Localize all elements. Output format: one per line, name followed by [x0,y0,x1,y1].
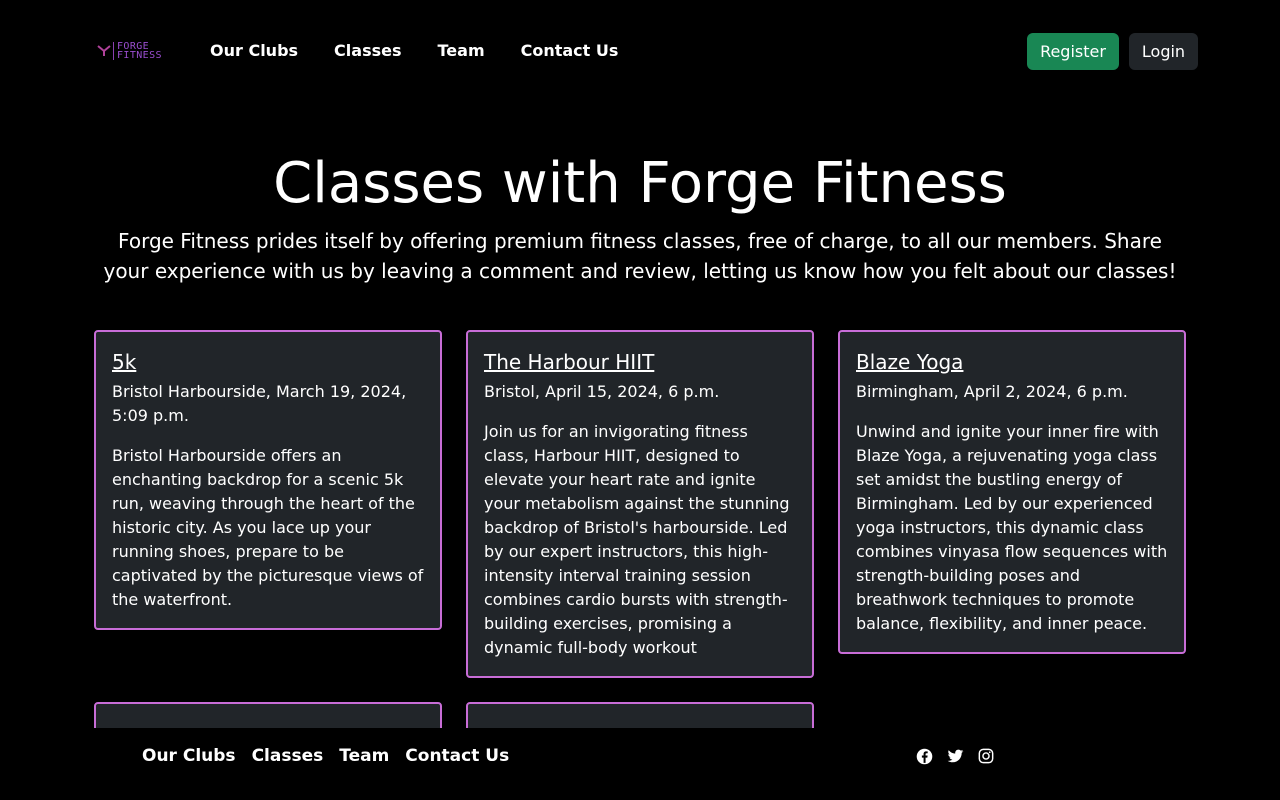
twitter-icon[interactable] [946,747,964,765]
facebook-icon[interactable] [915,747,933,765]
class-meta: Birmingham, April 2, 2024, 6 p.m. [856,382,1128,401]
instagram-icon[interactable] [977,747,995,765]
nav-link-team[interactable]: Team [438,40,485,62]
class-card: Blaze Yoga Birmingham, April 2, 2024, 6 … [838,330,1186,654]
footer-link-team[interactable]: Team [339,746,389,766]
class-description: Unwind and ignite your inner fire with B… [856,422,1168,633]
main-nav: Our Clubs Classes Team Contact Us [210,40,654,62]
forge-logo-icon [97,45,111,56]
navbar: FORGE FITNESS Our Clubs Classes Team Con… [0,0,1280,102]
logo-wordmark: FORGE FITNESS [113,42,162,61]
social-links [915,747,1008,765]
nav-link-our-clubs[interactable]: Our Clubs [210,40,298,62]
page-intro: Forge Fitness prides itself by offering … [103,229,1177,283]
nav-link-classes[interactable]: Classes [334,40,401,62]
logo-line-2: FITNESS [117,50,162,61]
class-title-link[interactable]: The Harbour HIIT [484,350,654,374]
class-meta: Bristol Harbourside, March 19, 2024, 5:0… [112,382,407,425]
register-button[interactable]: Register [1027,33,1119,70]
footer: Our Clubs Classes Team Contact Us [0,728,1280,800]
class-description: Join us for an invigorating fitness clas… [484,422,790,657]
page-title: Classes with Forge Fitness [273,151,1007,216]
footer-link-our-clubs[interactable]: Our Clubs [142,746,236,766]
class-card: The Harbour HIIT Bristol, April 15, 2024… [466,330,814,678]
class-description: Bristol Harbourside offers an enchanting… [112,446,424,609]
class-card: 5k Bristol Harbourside, March 19, 2024, … [94,330,442,630]
footer-link-contact-us[interactable]: Contact Us [405,746,509,766]
class-meta: Bristol, April 15, 2024, 6 p.m. [484,382,720,401]
footer-nav: Our Clubs Classes Team Contact Us [142,746,525,766]
nav-link-contact-us[interactable]: Contact Us [521,40,619,62]
class-title-link[interactable]: Blaze Yoga [856,350,963,374]
login-button[interactable]: Login [1129,33,1198,70]
brand-logo[interactable]: FORGE FITNESS [97,40,171,62]
class-title-link[interactable]: 5k [112,350,136,374]
footer-link-classes[interactable]: Classes [252,746,324,766]
